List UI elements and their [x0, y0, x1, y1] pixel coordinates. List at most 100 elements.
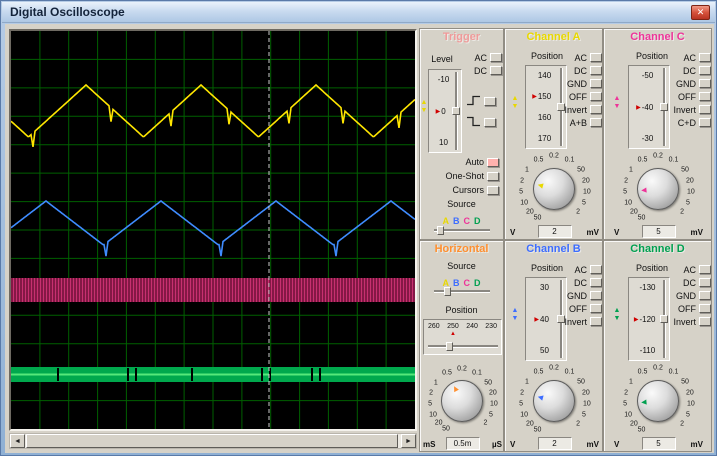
- knob-scale-label: 5: [685, 199, 690, 207]
- gnd-button[interactable]: [699, 291, 711, 300]
- source-a-label[interactable]: A: [443, 216, 450, 226]
- arrow-down-icon[interactable]: ▼: [510, 103, 520, 111]
- off-row: OFF: [557, 302, 602, 315]
- arrow-down-icon[interactable]: ▼: [612, 315, 622, 323]
- knob-scale-label: 0.5: [637, 368, 648, 376]
- timebase-knob[interactable]: ▲: [441, 380, 483, 422]
- scrollbar-thumb[interactable]: [26, 434, 398, 448]
- channel-b-scale-knob[interactable]: ▲: [533, 380, 575, 422]
- channel-d-scale-knob[interactable]: ▲: [637, 380, 679, 422]
- arrow-up-icon[interactable]: ▲: [420, 99, 428, 107]
- arrow-up-icon[interactable]: ▲: [612, 307, 622, 315]
- knob-scale-label: 0.5: [533, 156, 544, 164]
- dc-button[interactable]: [490, 66, 502, 75]
- invert-button[interactable]: [699, 105, 711, 114]
- horizontal-source-slider[interactable]: [434, 287, 490, 296]
- auto-button[interactable]: [487, 157, 499, 167]
- ac-button[interactable]: [590, 265, 602, 274]
- ac-button[interactable]: [490, 53, 502, 62]
- channel-d-position-arrows[interactable]: ▲ ▼: [612, 307, 622, 323]
- knob-pointer-icon: ▲: [638, 397, 649, 408]
- one-shot-label: One-Shot: [445, 171, 484, 181]
- ac-button[interactable]: [590, 53, 602, 62]
- channel-d-position-box[interactable]: -130 ▶ -120 -110: [628, 277, 670, 361]
- arrow-down-icon[interactable]: ▼: [420, 107, 428, 115]
- slider-handle[interactable]: [437, 226, 444, 235]
- trigger-level-arrows[interactable]: ▲ ▼: [420, 99, 428, 115]
- titlebar[interactable]: Digital Oscilloscope ✕: [2, 2, 715, 23]
- ac-row: AC: [460, 51, 502, 64]
- position-value: -10: [437, 75, 450, 84]
- knob-scale-label: 5: [519, 400, 524, 408]
- off-button[interactable]: [590, 92, 602, 101]
- knob-pointer-icon: ▲: [448, 381, 462, 395]
- cursors-button[interactable]: [487, 185, 499, 195]
- channel-c-position-box[interactable]: -50 ▶ -40 -30: [628, 65, 670, 149]
- ac-button[interactable]: [699, 265, 711, 274]
- channel-b-position-arrows[interactable]: ▲ ▼: [510, 307, 520, 323]
- dc-button[interactable]: [590, 278, 602, 287]
- trigger-source-slider[interactable]: [434, 226, 490, 235]
- source-b-label[interactable]: B: [453, 216, 460, 226]
- trigger-level-box[interactable]: -10 ▶ 0 10: [428, 69, 462, 153]
- channel-a-scale-knob[interactable]: ▲: [533, 168, 575, 210]
- channel-c-scale-knob[interactable]: ▲: [637, 168, 679, 210]
- slider-handle[interactable]: [444, 287, 451, 296]
- channel-d-trace-notch: [127, 368, 129, 381]
- gnd-row: GND: [666, 77, 711, 90]
- channel-b-scale-value: 2: [537, 437, 572, 450]
- knob-scale-label: 2: [576, 420, 581, 427]
- dc-button[interactable]: [590, 66, 602, 75]
- off-button[interactable]: [590, 304, 602, 313]
- invert-button[interactable]: [699, 317, 711, 326]
- c-d-row: C+D: [666, 116, 711, 129]
- c-d-button[interactable]: [699, 118, 711, 127]
- horizontal-position-box[interactable]: 260 250 240 230 ▲: [423, 319, 502, 355]
- invert-button[interactable]: [590, 317, 602, 326]
- unit-left-label: V: [510, 228, 516, 237]
- knob-scale-label: 10: [624, 411, 632, 419]
- source-d-label[interactable]: D: [474, 216, 481, 226]
- dc-button[interactable]: [699, 278, 711, 287]
- off-button[interactable]: [699, 92, 711, 101]
- arrow-up-icon[interactable]: ▲: [510, 307, 520, 315]
- trigger-level-slider[interactable]: [452, 72, 460, 150]
- invert-row: Invert: [666, 103, 711, 116]
- arrow-up-icon[interactable]: ▲: [510, 95, 520, 103]
- a-b-button[interactable]: [590, 118, 602, 127]
- trigger-mode-buttons: Auto One-Shot Cursors: [422, 155, 499, 197]
- display-scrollbar[interactable]: ◄ ►: [9, 433, 417, 449]
- ac-label: AC: [574, 264, 587, 275]
- slider-handle[interactable]: [446, 342, 453, 351]
- arrow-down-icon[interactable]: ▼: [510, 315, 520, 323]
- dc-button[interactable]: [699, 66, 711, 75]
- off-button[interactable]: [699, 304, 711, 313]
- falling-edge-button[interactable]: [484, 118, 496, 127]
- rising-edge-button[interactable]: [484, 97, 496, 106]
- source-c-label[interactable]: C: [464, 216, 471, 226]
- unit-left-label: V: [614, 228, 620, 237]
- ac-button[interactable]: [699, 53, 711, 62]
- channel-c-position-arrows[interactable]: ▲ ▼: [612, 95, 622, 111]
- invert-button[interactable]: [590, 105, 602, 114]
- off-row: OFF: [666, 90, 711, 103]
- arrow-down-icon[interactable]: ▼: [612, 103, 622, 111]
- close-icon: ✕: [696, 7, 705, 17]
- gnd-button[interactable]: [699, 79, 711, 88]
- dc-label: DC: [574, 65, 587, 76]
- one-shot-button[interactable]: [487, 171, 499, 181]
- channel-a-position-arrows[interactable]: ▲ ▼: [510, 95, 520, 111]
- slider-handle[interactable]: [452, 107, 460, 115]
- arrow-up-icon[interactable]: ▲: [612, 95, 622, 103]
- position-value: 170: [537, 134, 552, 143]
- scroll-left-button[interactable]: ◄: [10, 434, 25, 448]
- scroll-right-button[interactable]: ►: [401, 434, 416, 448]
- gnd-button[interactable]: [590, 291, 602, 300]
- scroll-left-icon: ◄: [14, 438, 21, 445]
- gnd-button[interactable]: [590, 79, 602, 88]
- position-row: 10: [429, 138, 451, 147]
- close-button[interactable]: ✕: [691, 5, 710, 20]
- horizontal-position-slider[interactable]: [428, 342, 498, 351]
- unit-right-label: mV: [690, 228, 703, 237]
- gnd-label: GND: [676, 290, 696, 301]
